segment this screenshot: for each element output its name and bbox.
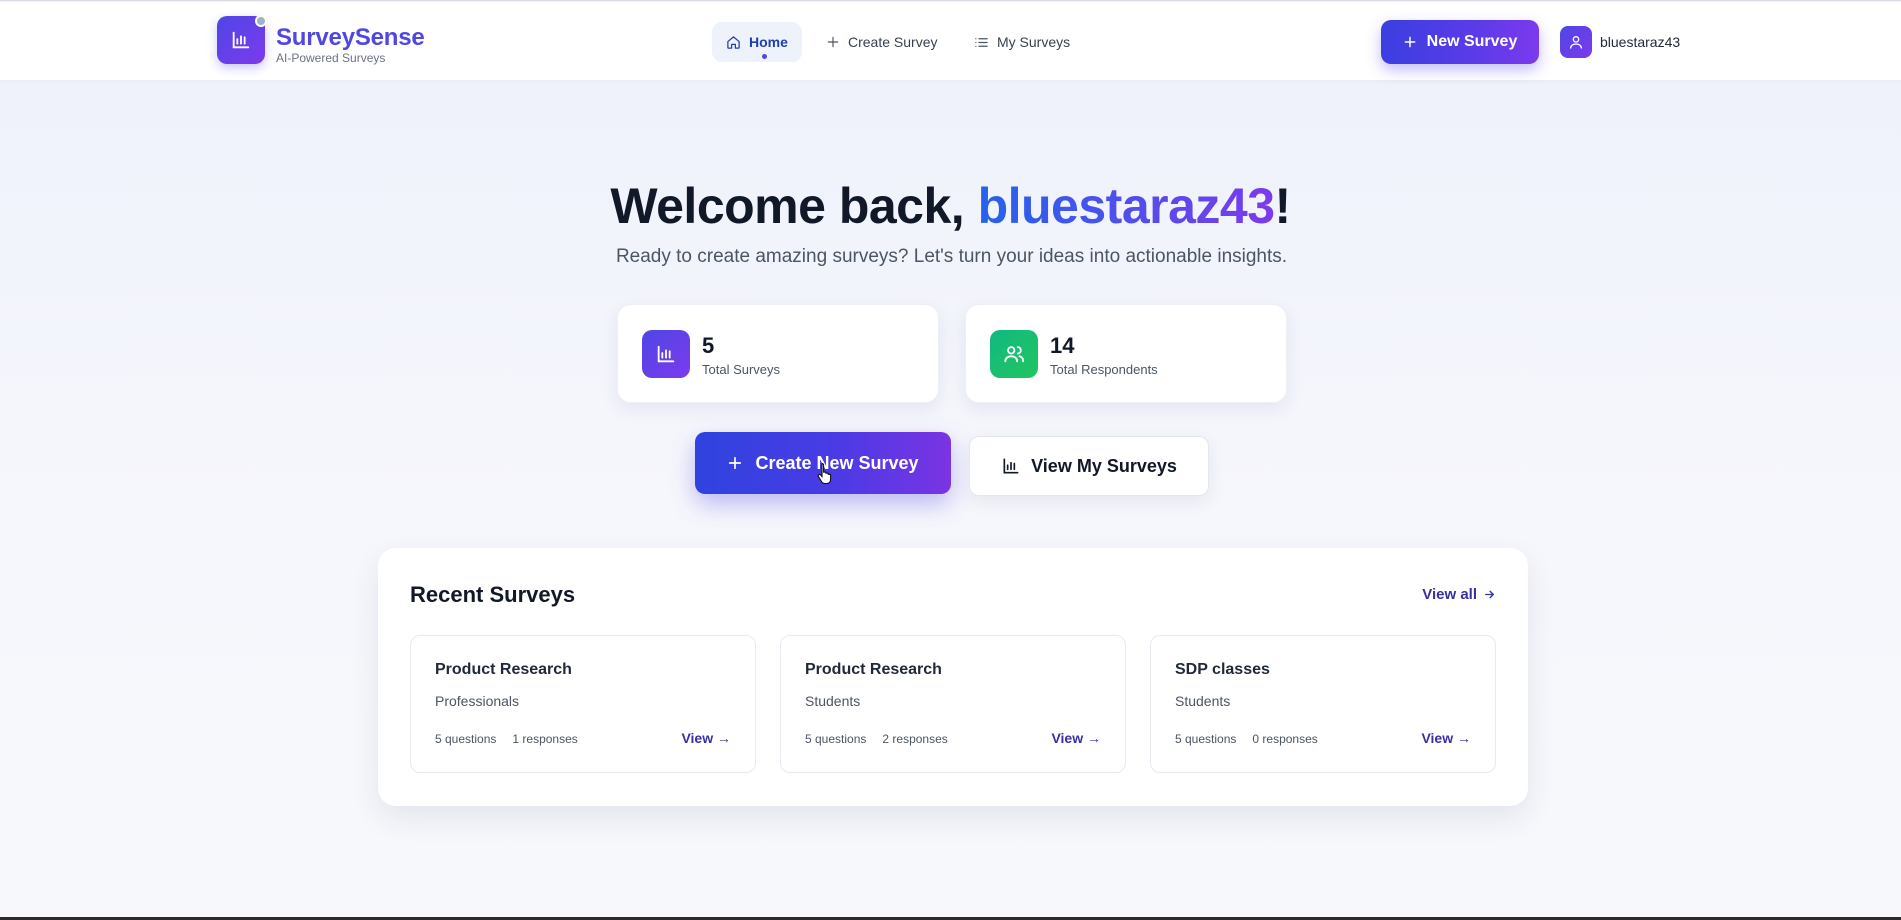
stat-card-total-surveys: 5 Total Surveys [617, 304, 939, 403]
users-icon [1004, 346, 1025, 363]
nav-home-label: Home [749, 34, 788, 50]
plus-icon [827, 36, 839, 48]
survey-title: Product Research [435, 661, 572, 678]
brand-tagline: AI-Powered Surveys [276, 51, 386, 65]
nav-my-surveys[interactable]: My Surveys [960, 22, 1084, 62]
nav-my-surveys-label: My Surveys [997, 34, 1071, 50]
survey-response-count: 1 responses [512, 732, 578, 746]
survey-view-link[interactable]: View → [1051, 730, 1101, 746]
survey-question-count: 5 questions [805, 732, 867, 746]
list-icon [975, 37, 988, 47]
survey-question-count: 5 questions [1175, 732, 1237, 746]
survey-meta: 5 questions 1 responses [435, 732, 578, 746]
recent-surveys-panel: Recent Surveys View all Product Research… [378, 548, 1528, 806]
survey-audience: Professionals [435, 693, 520, 709]
stat-card-total-respondents: 14 Total Respondents [965, 304, 1287, 403]
view-my-surveys-label: View My Surveys [1031, 455, 1177, 476]
view-my-surveys-button[interactable]: View My Surveys [969, 436, 1209, 496]
new-survey-label: New Survey [1426, 33, 1518, 50]
survey-response-count: 2 responses [882, 732, 948, 746]
bar-chart-icon [232, 31, 250, 49]
create-new-survey-label: Create New Survey [755, 452, 919, 473]
stat-label: Total Surveys [702, 362, 781, 377]
nav-home[interactable]: Home [712, 22, 802, 62]
top-navbar: SurveySense AI-Powered Surveys Home Crea… [0, 2, 1901, 81]
survey-title: SDP classes [1175, 661, 1270, 678]
welcome-tagline: Ready to create amazing surveys? Let's t… [615, 246, 1288, 267]
home-icon [727, 35, 740, 49]
view-all-label: View all [1422, 586, 1477, 603]
username[interactable]: bluestaraz43 [1600, 34, 1680, 50]
logo-status-dot [255, 15, 267, 27]
avatar[interactable] [1560, 26, 1592, 58]
welcome-username: bluestaraz43 [977, 178, 1275, 234]
stat-value: 5 [702, 333, 715, 358]
stat-label: Total Respondents [1050, 362, 1158, 377]
survey-audience: Students [1175, 693, 1231, 709]
active-indicator [761, 54, 767, 59]
hand-cursor-icon [817, 462, 832, 484]
recent-surveys-title: Recent Surveys [410, 582, 576, 607]
welcome-greeting: Welcome back, [610, 178, 978, 234]
arrow-right-icon [1485, 590, 1495, 599]
brand-name[interactable]: SurveySense [276, 24, 425, 52]
survey-card[interactable]: Product Research Professionals 5 questio… [410, 635, 756, 773]
stat-icon-container [642, 330, 690, 378]
nav-create-survey[interactable]: Create Survey [812, 22, 951, 62]
stat-icon-container [990, 330, 1038, 378]
page: SurveySense AI-Powered Surveys Home Crea… [0, 0, 1901, 920]
survey-meta: 5 questions 0 responses [1175, 732, 1318, 746]
survey-card[interactable]: SDP classes Students 5 questions 0 respo… [1150, 635, 1496, 773]
view-all-link[interactable]: View all [1422, 586, 1496, 603]
new-survey-button[interactable]: New Survey [1381, 20, 1539, 64]
survey-question-count: 5 questions [435, 732, 497, 746]
survey-view-link[interactable]: View → [1421, 730, 1471, 746]
user-icon [1570, 36, 1582, 49]
bar-chart-icon [657, 345, 675, 363]
plus-icon [1404, 36, 1416, 48]
plus-icon [729, 456, 742, 470]
welcome-exclamation: ! [1274, 178, 1292, 234]
survey-card[interactable]: Product Research Students 5 questions 2 … [780, 635, 1126, 773]
welcome-heading: Welcome back, bluestaraz43! [0, 177, 1901, 235]
survey-meta: 5 questions 2 responses [805, 732, 948, 746]
stat-value: 14 [1050, 333, 1075, 358]
bar-chart-icon [1003, 458, 1019, 474]
survey-audience: Students [805, 693, 861, 709]
survey-view-link[interactable]: View → [681, 730, 731, 746]
survey-response-count: 0 responses [1252, 732, 1318, 746]
survey-title: Product Research [805, 661, 942, 678]
nav-create-survey-label: Create Survey [848, 34, 938, 50]
